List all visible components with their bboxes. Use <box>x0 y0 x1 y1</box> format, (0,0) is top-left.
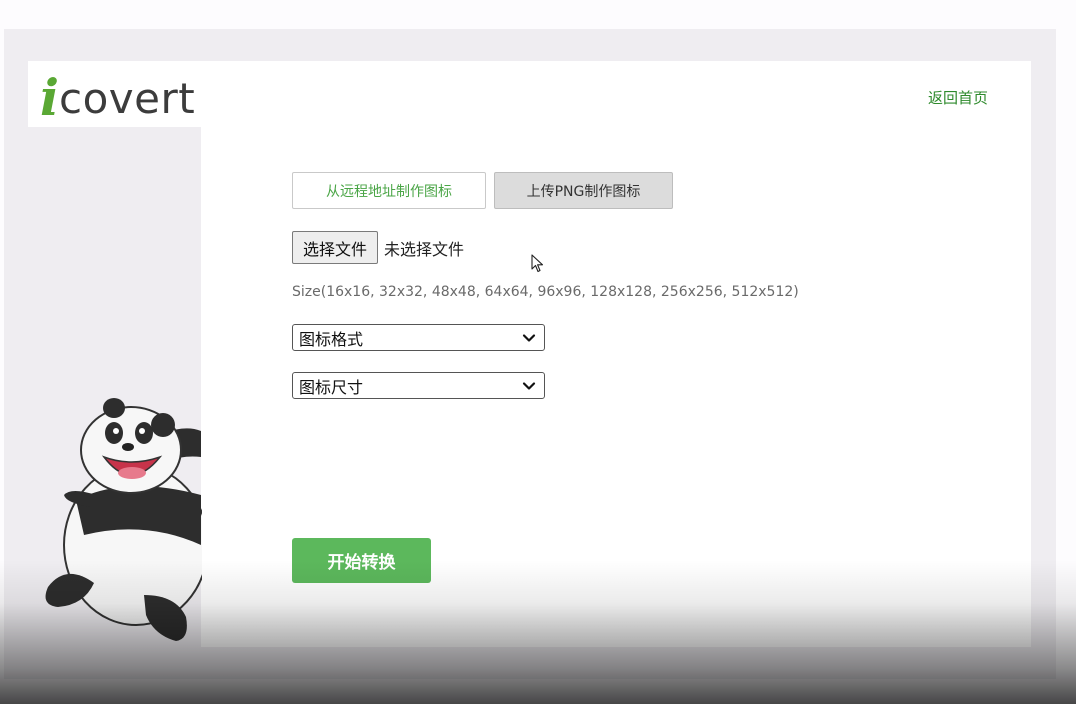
logo[interactable]: i covert <box>40 66 195 126</box>
choose-file-button[interactable]: 选择文件 <box>292 231 379 264</box>
tab-upload-png[interactable]: 上传PNG制作图标 <box>494 172 673 209</box>
logo-i: i <box>40 68 59 127</box>
chevron-down-icon <box>522 382 536 390</box>
file-input-row: 选择文件 未选择文件 <box>292 231 464 264</box>
icon-size-selected: 图标尺寸 <box>299 377 364 397</box>
start-convert-button[interactable]: 开始转换 <box>292 538 431 583</box>
icon-format-selected: 图标格式 <box>299 329 364 349</box>
icon-size-select[interactable]: 图标尺寸 <box>292 372 545 399</box>
size-hint: Size(16x16, 32x32, 48x48, 64x64, 96x96, … <box>292 284 799 300</box>
chevron-down-icon <box>522 334 536 342</box>
icon-format-select[interactable]: 图标格式 <box>292 324 545 351</box>
mouse-cursor-icon <box>531 254 544 273</box>
home-link[interactable]: 返回首页 <box>928 87 988 108</box>
tab-remote-url[interactable]: 从远程地址制作图标 <box>292 172 486 209</box>
panda-mascot <box>45 398 202 641</box>
file-status: 未选择文件 <box>384 239 465 259</box>
logo-text: covert <box>59 74 196 123</box>
